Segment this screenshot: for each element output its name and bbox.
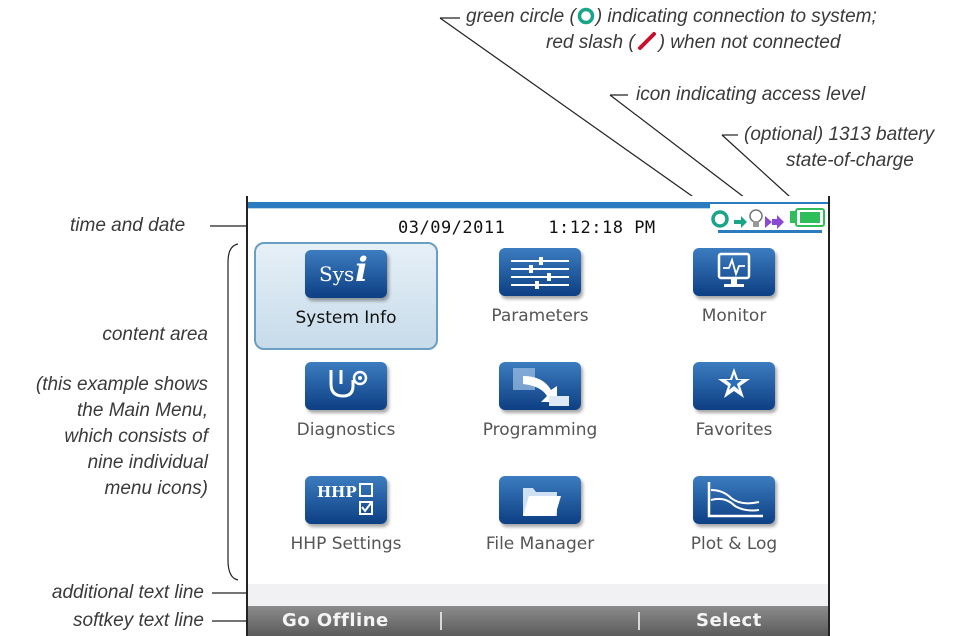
date-text: 03/09/2011 [398, 218, 506, 238]
green-circle-icon [577, 7, 595, 25]
star-icon [693, 362, 775, 410]
hhp-settings-icon: HHP [305, 476, 387, 524]
device-screen: 03/09/2011 1:12:18 PM Sys i System Info [246, 196, 830, 636]
softkey-separator [440, 612, 442, 630]
battery-icon [790, 208, 825, 227]
menu-item-parameters[interactable]: Parameters [448, 242, 632, 350]
status-underline [718, 230, 822, 233]
annotation-content-area: content area [102, 324, 208, 345]
main-menu-grid: Sys i System Info Parameters Monitor Dia… [254, 242, 826, 587]
menu-label: File Manager [485, 534, 595, 554]
system-info-icon: Sys i [305, 250, 387, 298]
time-text: 1:12:18 PM [548, 218, 656, 238]
annotation-access-level: icon indicating access level [636, 84, 866, 105]
menu-item-favorites[interactable]: Favorites [642, 356, 826, 464]
annotation-battery-line1: (optional) 1313 battery [744, 124, 935, 145]
monitor-icon [693, 248, 775, 296]
access-level-icon [734, 209, 784, 229]
menu-label: Monitor [701, 306, 767, 326]
folder-icon [499, 476, 581, 524]
menu-item-plot-and-log[interactable]: Plot & Log [642, 470, 826, 578]
softkey-separator [638, 612, 640, 630]
status-icons [710, 204, 828, 233]
softkey-left[interactable]: Go Offline [282, 610, 389, 631]
softkey-bar: Go Offline Select [248, 606, 828, 636]
annotation-time-and-date: time and date [70, 215, 186, 236]
menu-label: Diagnostics [296, 420, 396, 440]
plot-icon [693, 476, 775, 524]
programming-icon [499, 362, 581, 410]
menu-label: Plot & Log [690, 534, 778, 554]
menu-item-hhp-settings[interactable]: HHP HHP Settings [254, 470, 438, 578]
annotation-content-note-4: nine individual [87, 452, 208, 473]
menu-label: System Info [295, 308, 397, 328]
annotation-additional-text-line: additional text line [51, 582, 204, 603]
softkey-right[interactable]: Select [696, 610, 762, 631]
red-slash-icon [637, 32, 656, 50]
annotation-content-note-5: menu icons) [104, 478, 209, 499]
annotation-content-note-1: (this example shows [35, 374, 208, 395]
additional-text-line [248, 584, 828, 606]
date-time-display: 03/09/2011 1:12:18 PM [398, 218, 656, 238]
menu-label: Programming [482, 420, 598, 440]
annotation-connection-line1: green circle () indicating connection to… [466, 6, 877, 27]
annotation-content-note-3: which consists of [64, 426, 208, 447]
menu-label: Favorites [695, 420, 773, 440]
menu-item-file-manager[interactable]: File Manager [448, 470, 632, 578]
annotation-connection-line2: red slash () when not connected [546, 32, 841, 53]
parameters-icon [499, 248, 581, 296]
menu-item-monitor[interactable]: Monitor [642, 242, 826, 350]
menu-label: HHP Settings [290, 534, 402, 554]
menu-item-programming[interactable]: Programming [448, 356, 632, 464]
menu-item-system-info[interactable]: Sys i System Info [254, 242, 438, 350]
connection-status-icon [711, 210, 729, 228]
annotation-softkey-text-line: softkey text line [73, 610, 204, 631]
menu-item-diagnostics[interactable]: Diagnostics [254, 356, 438, 464]
annotation-battery-line2: state-of-charge [786, 150, 914, 171]
menu-label: Parameters [491, 306, 589, 326]
annotation-content-note-2: the Main Menu, [77, 400, 208, 421]
stethoscope-icon [305, 362, 387, 410]
